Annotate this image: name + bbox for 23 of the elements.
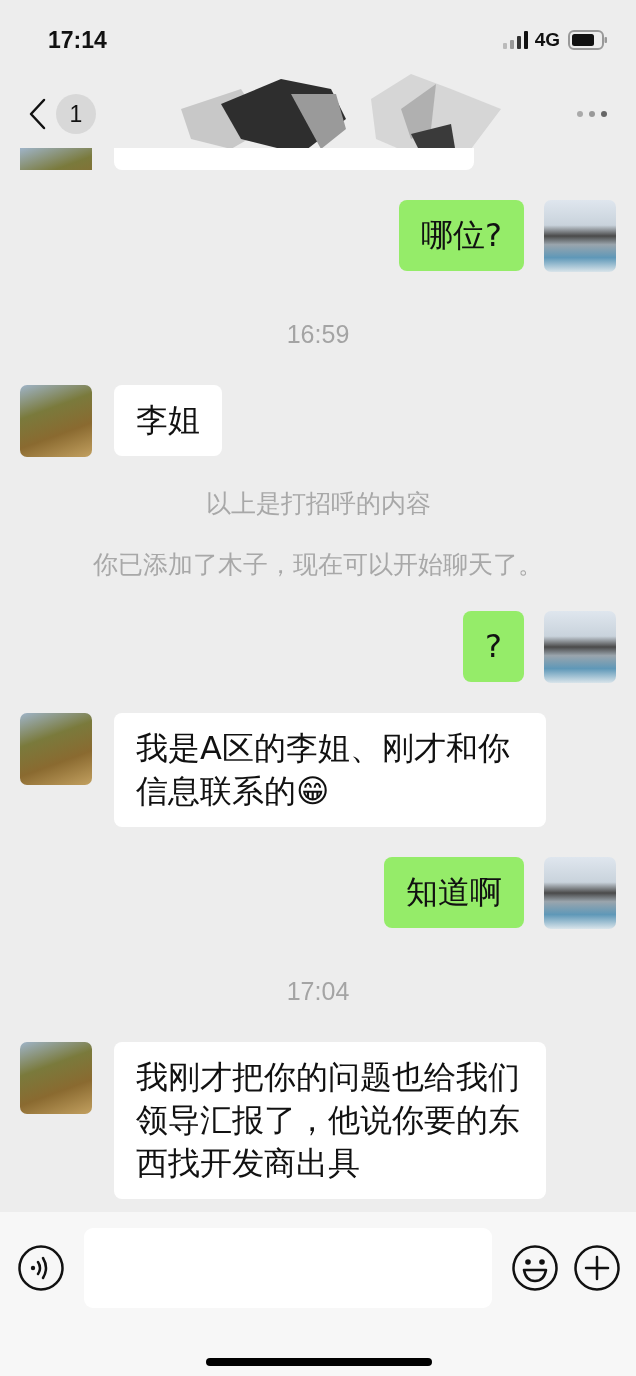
network-label: 4G	[534, 29, 560, 51]
timestamp: 17:04	[285, 977, 351, 1006]
voice-icon[interactable]	[18, 1245, 64, 1291]
unread-count: 1	[56, 94, 96, 134]
message-bubble: 我刚才把你的问题也给我们领导汇报了，他说你要的东西找开发商出具	[114, 1042, 546, 1199]
message-bubble: 我是A区的李姐、刚才和你信息联系的😁	[114, 713, 546, 827]
timestamp: 16:59	[285, 320, 351, 349]
message-bubble: 李姐	[114, 385, 222, 456]
signal-icon	[502, 31, 529, 49]
system-notice: 你已添加了木子，现在可以开始聊天了。	[92, 549, 544, 581]
message-bubble: 知道啊	[384, 857, 524, 928]
message-bubble: 哪位?	[399, 200, 524, 271]
avatar-photo[interactable]	[544, 200, 616, 272]
message-bubble: ?	[463, 611, 524, 682]
battery-icon	[568, 30, 608, 50]
system-notice: 以上是打招呼的内容	[204, 488, 432, 520]
status-time: 17:14	[48, 26, 108, 54]
add-icon[interactable]	[574, 1245, 620, 1291]
more-icon[interactable]	[576, 110, 608, 118]
avatar-photo[interactable]	[544, 611, 616, 683]
back-icon[interactable]	[28, 98, 46, 130]
emoji-icon[interactable]	[512, 1245, 558, 1291]
avatar-photo[interactable]	[544, 857, 616, 929]
